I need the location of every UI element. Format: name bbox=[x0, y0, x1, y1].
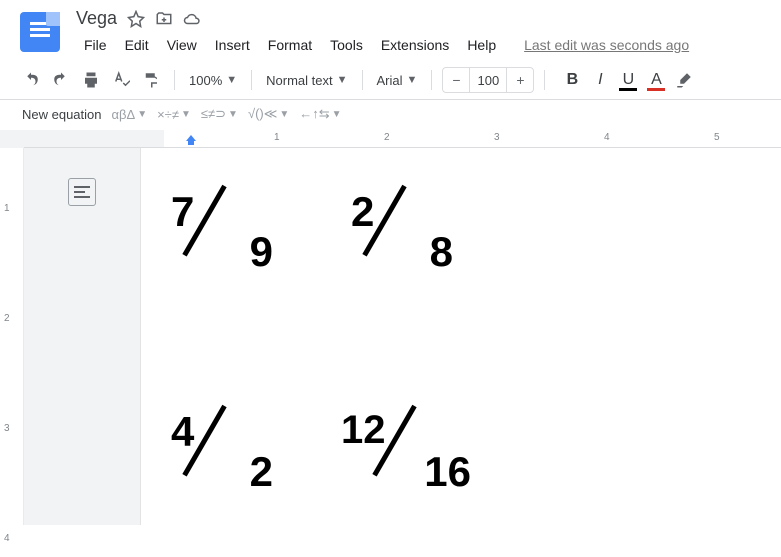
document-area: 7 9 2 8 4 2 12 16 bbox=[24, 148, 781, 525]
redo-button[interactable] bbox=[48, 67, 74, 93]
cloud-status-icon[interactable] bbox=[183, 10, 201, 28]
vruler-tick: 4 bbox=[4, 533, 10, 544]
fraction-slash-icon bbox=[377, 186, 427, 266]
zoom-select[interactable]: 100% ▼ bbox=[185, 69, 241, 92]
horizontal-ruler[interactable]: 1 2 3 4 5 bbox=[24, 130, 781, 148]
arrows-button[interactable]: ←↑⇆▼ bbox=[299, 106, 341, 122]
separator bbox=[362, 70, 363, 90]
star-icon[interactable] bbox=[127, 10, 145, 28]
numerator: 4 bbox=[171, 408, 194, 456]
numerator: 2 bbox=[351, 188, 374, 236]
relations-button[interactable]: ≤≠⊃▼ bbox=[201, 106, 238, 122]
outline-toggle-button[interactable] bbox=[68, 178, 96, 206]
font-size-value[interactable]: 100 bbox=[469, 68, 507, 92]
bold-button[interactable]: B bbox=[559, 67, 585, 93]
italic-button[interactable]: I bbox=[587, 67, 613, 93]
paragraph-style-value: Normal text bbox=[266, 73, 332, 88]
print-button[interactable] bbox=[78, 67, 104, 93]
vertical-ruler[interactable]: 1 2 3 4 bbox=[0, 148, 24, 525]
text-color-button[interactable]: A bbox=[643, 67, 669, 93]
new-equation-button[interactable]: New equation bbox=[22, 107, 102, 122]
separator bbox=[251, 70, 252, 90]
menu-help[interactable]: Help bbox=[459, 33, 504, 57]
ruler-margin-shade bbox=[24, 130, 164, 148]
denominator: 9 bbox=[250, 228, 273, 276]
toolbar: 100% ▼ Normal text ▼ Arial ▼ − 100 + B I U … bbox=[0, 61, 781, 100]
menu-edit[interactable]: Edit bbox=[117, 33, 157, 57]
ruler-area: 1 2 3 4 5 bbox=[0, 130, 781, 148]
last-edit-link[interactable]: Last edit was seconds ago bbox=[524, 37, 689, 53]
zoom-value: 100% bbox=[189, 73, 222, 88]
fraction: 2 8 bbox=[351, 188, 471, 268]
vruler-tick: 2 bbox=[4, 313, 10, 324]
header: Vega File Edit View Insert Format Tools … bbox=[0, 0, 781, 57]
docs-app-icon[interactable] bbox=[20, 12, 60, 52]
separator bbox=[544, 70, 545, 90]
menu-extensions[interactable]: Extensions bbox=[373, 33, 457, 57]
numerator: 12 bbox=[341, 408, 386, 453]
chevron-down-icon: ▼ bbox=[181, 109, 191, 120]
ruler-tick: 1 bbox=[274, 132, 280, 143]
denominator: 8 bbox=[430, 228, 453, 276]
menu-file[interactable]: File bbox=[76, 33, 115, 57]
menu-insert[interactable]: Insert bbox=[207, 33, 258, 57]
menu-format[interactable]: Format bbox=[260, 33, 320, 57]
denominator: 2 bbox=[250, 448, 273, 496]
move-icon[interactable] bbox=[155, 10, 173, 28]
menu-tools[interactable]: Tools bbox=[322, 33, 371, 57]
ruler-tick: 2 bbox=[384, 132, 390, 143]
underline-button[interactable]: U bbox=[615, 67, 641, 93]
fraction: 7 9 bbox=[171, 188, 291, 268]
paint-format-button[interactable] bbox=[138, 67, 164, 93]
fraction-grid: 7 9 2 8 4 2 12 16 bbox=[171, 188, 751, 488]
chevron-down-icon: ▼ bbox=[407, 74, 418, 86]
chevron-down-icon: ▼ bbox=[279, 109, 289, 120]
fraction-slash-icon bbox=[197, 186, 247, 266]
fraction-slash-icon bbox=[197, 406, 247, 486]
numerator: 7 bbox=[171, 188, 194, 236]
operators-button[interactable]: ×÷≠▼ bbox=[157, 107, 191, 122]
menubar: File Edit View Insert Format Tools Exten… bbox=[76, 29, 781, 57]
page[interactable]: 7 9 2 8 4 2 12 16 bbox=[140, 148, 781, 525]
separator bbox=[431, 70, 432, 90]
canvas: 1 2 3 4 7 9 2 8 4 bbox=[0, 148, 781, 525]
ruler-tick: 5 bbox=[714, 132, 720, 143]
denominator: 16 bbox=[424, 448, 471, 496]
ruler-tick: 4 bbox=[604, 132, 610, 143]
math-ops-button[interactable]: √()≪▼ bbox=[248, 106, 289, 122]
indent-marker-icon[interactable] bbox=[186, 135, 196, 145]
chevron-down-icon: ▼ bbox=[137, 109, 147, 120]
font-value: Arial bbox=[377, 73, 403, 88]
undo-button[interactable] bbox=[18, 67, 44, 93]
paragraph-style-select[interactable]: Normal text ▼ bbox=[262, 69, 351, 92]
font-select[interactable]: Arial ▼ bbox=[373, 69, 422, 92]
font-size-stepper: − 100 + bbox=[442, 67, 534, 93]
fraction: 4 2 bbox=[171, 408, 291, 488]
format-group: B I U A bbox=[559, 67, 697, 93]
title-block: Vega File Edit View Insert Format Tools … bbox=[76, 6, 781, 57]
separator bbox=[174, 70, 175, 90]
document-title[interactable]: Vega bbox=[76, 8, 117, 29]
ruler-gutter bbox=[0, 130, 24, 148]
fraction: 12 16 bbox=[351, 408, 471, 488]
chevron-down-icon: ▼ bbox=[332, 109, 342, 120]
left-margin bbox=[24, 148, 140, 525]
increase-font-button[interactable]: + bbox=[507, 68, 533, 92]
highlight-button[interactable] bbox=[671, 67, 697, 93]
spellcheck-button[interactable] bbox=[108, 67, 134, 93]
vruler-tick: 3 bbox=[4, 423, 10, 434]
menu-view[interactable]: View bbox=[159, 33, 205, 57]
title-row: Vega bbox=[76, 6, 781, 29]
chevron-down-icon: ▼ bbox=[228, 109, 238, 120]
vruler-tick: 1 bbox=[4, 203, 10, 214]
equation-toolbar: New equation αβΔ▼ ×÷≠▼ ≤≠⊃▼ √()≪▼ ←↑⇆▼ bbox=[0, 100, 781, 130]
chevron-down-icon: ▼ bbox=[226, 74, 237, 86]
ruler-tick: 3 bbox=[494, 132, 500, 143]
greek-letters-button[interactable]: αβΔ▼ bbox=[112, 107, 148, 122]
chevron-down-icon: ▼ bbox=[337, 74, 348, 86]
decrease-font-button[interactable]: − bbox=[443, 68, 469, 92]
